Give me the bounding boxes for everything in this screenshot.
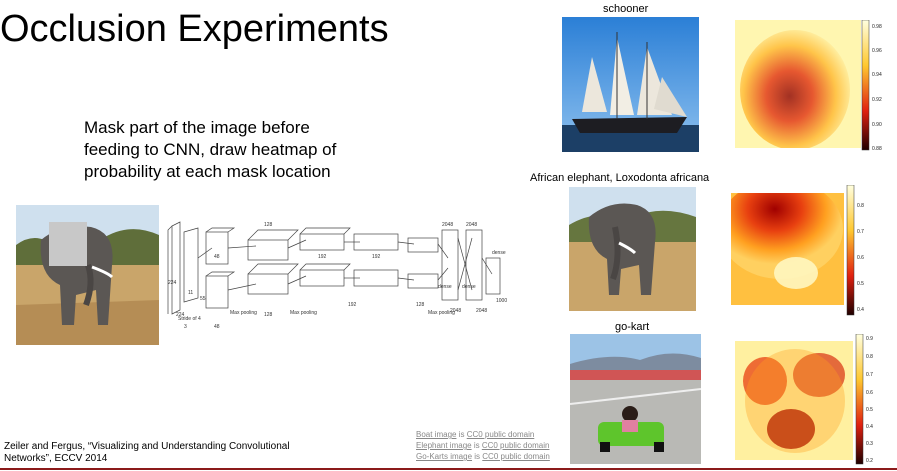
size-label: 55	[200, 296, 206, 302]
pool-label: Max pooling	[428, 310, 455, 316]
credit-boat-link[interactable]: Boat image	[416, 430, 456, 439]
size-label: 48	[214, 324, 220, 330]
credit-text: is	[471, 441, 482, 450]
colorbar-tick: 0.7	[866, 372, 873, 378]
citation-line-1: Zeiler and Fergus, “Visualizing and Unde…	[4, 441, 290, 452]
occluded-elephant-image	[16, 205, 159, 345]
bullet-line-1: Mask part of the image before	[84, 118, 310, 137]
colorbar-tick: 0.4	[866, 424, 873, 430]
pool-label: Max pooling	[290, 310, 317, 316]
size-label: 2048	[466, 222, 477, 228]
label-schooner: schooner	[603, 3, 649, 15]
schooner-image	[562, 17, 699, 152]
citation: Zeiler and Fergus, “Visualizing and Unde…	[4, 441, 290, 465]
colorbar-tick: 0.3	[866, 441, 873, 447]
size-label: 48	[214, 254, 220, 260]
size-label: 11	[188, 290, 193, 296]
colorbar-tick: 0.5	[866, 407, 873, 413]
size-label: 128	[416, 302, 425, 308]
colorbar-tick: 0.92	[872, 97, 882, 103]
colorbar-tick: 0.6	[857, 255, 864, 261]
credit-text: is	[456, 430, 467, 439]
credit-elephant: Elephant image is CC0 public domain	[416, 441, 549, 451]
colorbar-tick: 0.7	[857, 229, 864, 235]
credit-text: is	[472, 452, 483, 461]
colorbar-schooner: 0.98 0.96 0.94 0.92 0.90 0.88	[861, 19, 891, 152]
colorbar-tick: 0.88	[872, 146, 882, 152]
credit-license-link[interactable]: CC0 public domain	[467, 430, 535, 439]
bullet-line-3: probability at each mask location	[84, 162, 331, 181]
bottom-rule	[0, 468, 897, 470]
colorbar-tick: 0.90	[872, 122, 882, 128]
elephant-image	[569, 187, 696, 311]
label-elephant: African elephant, Loxodonta africana	[530, 172, 710, 184]
stride-label: Stride of 4	[178, 316, 201, 322]
credit-license-link[interactable]: CC0 public domain	[482, 452, 550, 461]
size-label: 2048	[442, 222, 453, 228]
colorbar-tick: 0.9	[866, 336, 873, 342]
credit-license-link[interactable]: CC0 public domain	[482, 441, 550, 450]
slide-title: Occlusion Experiments	[0, 8, 389, 50]
colorbar-tick: 0.98	[872, 24, 882, 30]
colorbar-tick: 0.94	[872, 72, 882, 78]
colorbar-go-kart: 0.9 0.8 0.7 0.6 0.5 0.4 0.3 0.2	[855, 333, 885, 466]
dense-label: dense	[492, 250, 506, 256]
pool-label: Max pooling	[230, 310, 257, 316]
size-label: 128	[264, 312, 273, 318]
colorbar-tick: 0.8	[857, 203, 864, 209]
size-label: 192	[372, 254, 381, 260]
label-go-kart: go-kart	[615, 321, 650, 333]
credit-elephant-link[interactable]: Elephant image	[416, 441, 472, 450]
colorbar-elephant: 0.8 0.7 0.6 0.5 0.4	[846, 184, 876, 317]
dense-label: dense	[438, 284, 452, 290]
go-kart-image	[570, 334, 701, 464]
cnn-architecture-diagram: 224 224 11 55 3 48 48 128 128 192 192 19…	[166, 218, 511, 330]
size-label: 192	[348, 302, 357, 308]
bullet-line-2: feeding to CNN, draw heatmap of	[84, 140, 337, 159]
heatmap-go-kart	[735, 341, 853, 460]
credit-boat: Boat image is CC0 public domain	[416, 430, 534, 440]
colorbar-tick: 0.96	[872, 48, 882, 54]
credit-go-kart-link[interactable]: Go-Karts image	[416, 452, 472, 461]
colorbar-tick: 0.2	[866, 458, 873, 464]
size-label: 2048	[476, 308, 487, 314]
dense-label: dense	[462, 284, 476, 290]
citation-line-2: Networks”, ECCV 2014	[4, 453, 108, 464]
colorbar-tick: 0.5	[857, 281, 864, 287]
size-label: 1000	[496, 298, 507, 304]
size-label: 224	[168, 280, 177, 286]
heatmap-elephant	[719, 179, 844, 305]
size-label: 3	[184, 324, 187, 330]
heatmap-schooner	[735, 20, 861, 150]
colorbar-tick: 0.8	[866, 354, 873, 360]
credit-go-kart: Go-Karts image is CC0 public domain	[416, 452, 550, 462]
size-label: 192	[318, 254, 327, 260]
size-label: 128	[264, 222, 273, 228]
colorbar-tick: 0.6	[866, 390, 873, 396]
colorbar-tick: 0.4	[857, 307, 864, 313]
